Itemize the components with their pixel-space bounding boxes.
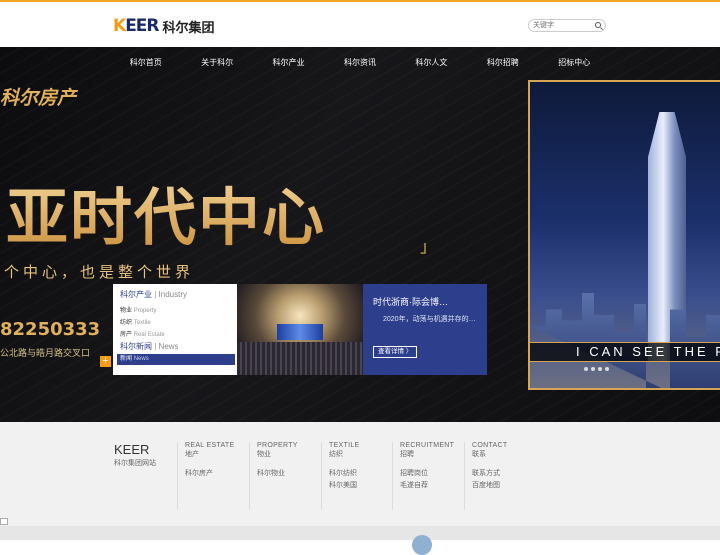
footer-col-subtitle: 地产 [185, 451, 199, 458]
skyline-image [530, 293, 720, 388]
footer-link[interactable]: 科尔房产 [185, 468, 251, 478]
footer-col-title: RECRUITMENT [400, 442, 455, 449]
footer-link[interactable]: 科尔美国 [329, 480, 395, 490]
banner-bracket: 」 [420, 239, 437, 256]
footer-col-subtitle: 纺织 [329, 451, 343, 458]
footer-brand-name: KEER [114, 442, 150, 457]
footer-col-subtitle: 物业 [257, 451, 271, 458]
footer-divider [321, 442, 322, 510]
plus-icon[interactable]: + [100, 356, 111, 367]
banner-subslogan: 个中心，也是整个世界 [4, 264, 195, 281]
banner-slogan: 亚时代中心 [6, 167, 326, 257]
news-photo[interactable] [237, 284, 363, 375]
search-icon[interactable] [595, 22, 601, 28]
broken-image-icon [0, 518, 8, 525]
footer-col-title: TEXTILE [329, 442, 360, 449]
news-card-summary: 2020年，动荡与机遇并存的… [383, 316, 476, 323]
footer-col-real-estate: REAL ESTATE 地产 科尔房产 [185, 442, 251, 478]
carousel-dot[interactable] [584, 367, 588, 371]
stage-screen [277, 324, 323, 340]
main-nav: 科尔首页 关于科尔 科尔产业 科尔资讯 科尔人文 科尔招聘 招标中心 [110, 47, 610, 79]
carousel-dot[interactable] [605, 367, 609, 371]
footer-divider [249, 442, 250, 510]
news-card: 时代浙商·际会博… 2020年，动荡与机遇并存的… 查看详情 〉 [363, 284, 487, 375]
logo-text: 科尔集团 [162, 20, 215, 36]
banner-phone: 82250333 [0, 319, 101, 340]
footer-col-property: PROPERTY 物业 科尔物业 [257, 442, 323, 478]
view-details-button[interactable]: 查看详情 〉 [373, 346, 418, 358]
footer-col-contact: CONTACT 联系 联系方式 百度地图 [472, 442, 538, 490]
menu-item-textile[interactable]: 纺织 Textile [120, 317, 151, 326]
footer-col-title: CONTACT [472, 442, 508, 449]
carousel-dot[interactable] [598, 367, 602, 371]
bottom-circle-icon[interactable] [412, 535, 432, 555]
footer-link[interactable]: 招聘岗位 [400, 468, 466, 478]
footer-divider [177, 442, 178, 510]
menu-item-real-estate[interactable]: 房产 Real Estate [120, 329, 165, 338]
menu-item-news[interactable]: 新闻 News [117, 354, 235, 365]
footer-col-title: PROPERTY [257, 442, 298, 449]
footer-col-subtitle: 招聘 [400, 451, 414, 458]
footer-col-textile: TEXTILE 纺织 科尔纺织 科尔美国 [329, 442, 395, 490]
industry-title[interactable]: 科尔产业 | Industry [120, 289, 187, 300]
footer-divider [392, 442, 393, 510]
search-input[interactable] [533, 20, 593, 31]
nav-item-recruitment[interactable]: 科尔招聘 [467, 47, 538, 79]
footer-brand: KEER 科尔集团网站 [114, 442, 156, 468]
site-footer: KEER 科尔集团网站 REAL ESTATE 地产 科尔房产 PROPERTY… [0, 422, 720, 540]
nav-item-home[interactable]: 科尔首页 [110, 47, 181, 79]
footer-link[interactable]: 联系方式 [472, 468, 538, 478]
tower-photo-frame: I CAN SEE THE FUTURE [528, 80, 720, 390]
logo-mark: KEER [113, 16, 160, 36]
menu-item-property[interactable]: 物业 Property [120, 305, 156, 314]
news-card-title[interactable]: 时代浙商·际会博… [373, 295, 448, 308]
footer-brand-subtitle: 科尔集团网站 [114, 460, 156, 467]
news-title[interactable]: 科尔新闻 | News [120, 341, 179, 352]
footer-link[interactable]: 百度地图 [472, 480, 538, 490]
footer-col-title: REAL ESTATE [185, 442, 235, 449]
footer-link[interactable]: 科尔纺织 [329, 468, 395, 478]
nav-item-culture[interactable]: 科尔人文 [396, 47, 467, 79]
banner-brand-text: 科尔房产 [0, 87, 77, 109]
nav-item-news[interactable]: 科尔资讯 [324, 47, 395, 79]
carousel-dots [584, 367, 609, 371]
industry-menu-panel: 科尔产业 | Industry 物业 Property 纺织 Textile 房… [113, 284, 237, 375]
footer-divider [464, 442, 465, 510]
site-logo[interactable]: KEER 科尔集团 [113, 16, 215, 36]
footer-link[interactable]: 毛遂自荐 [400, 480, 466, 490]
search-box [528, 19, 606, 32]
site-header: KEER 科尔集团 [0, 2, 720, 47]
footer-col-recruitment: RECRUITMENT 招聘 招聘岗位 毛遂自荐 [400, 442, 466, 490]
frame-caption: I CAN SEE THE FUTURE [530, 342, 720, 362]
bottom-strip [0, 526, 720, 540]
audience [237, 342, 363, 375]
carousel-dot[interactable] [591, 367, 595, 371]
banner-address: 公北路与皓月路交叉口 [0, 348, 91, 358]
nav-item-industry[interactable]: 科尔产业 [253, 47, 324, 79]
nav-item-bidding[interactable]: 招标中心 [539, 47, 610, 79]
nav-item-about[interactable]: 关于科尔 [181, 47, 252, 79]
footer-col-subtitle: 联系 [472, 451, 486, 458]
footer-link[interactable]: 科尔物业 [257, 468, 323, 478]
